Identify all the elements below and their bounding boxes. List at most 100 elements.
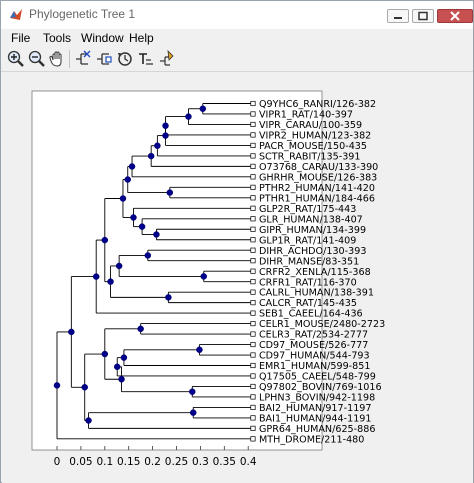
leaf-label[interactable]: CRFR1_RAT/116-370 xyxy=(259,277,357,288)
branch-node-marker[interactable] xyxy=(118,376,125,383)
leaf-label[interactable]: BAI2_HUMAN/917-1197 xyxy=(259,403,372,414)
branch-node-marker[interactable] xyxy=(166,189,174,196)
collapse-icon[interactable] xyxy=(94,49,114,69)
leaf-label[interactable]: O73768_CARAU/133-390 xyxy=(259,162,378,173)
branch-node-marker[interactable] xyxy=(115,262,123,270)
leaf-node-marker[interactable] xyxy=(250,163,256,169)
leaf-node-marker[interactable] xyxy=(250,142,256,148)
leaf-label[interactable]: DIHR_MANSE/83-351 xyxy=(259,256,359,267)
phylogenetic-tree-chart[interactable]: Q9YHC6_RANRI/126-382VIPR1_RAT/140-397VIP… xyxy=(2,72,473,483)
branch-node-marker[interactable] xyxy=(165,294,172,301)
leaf-node-marker[interactable] xyxy=(250,205,256,211)
branch-node-marker[interactable] xyxy=(107,278,114,285)
leaf-node-marker[interactable] xyxy=(250,415,256,421)
branch-node-marker[interactable] xyxy=(189,409,197,416)
branch-node-marker[interactable] xyxy=(120,354,128,361)
branch-node-marker[interactable] xyxy=(119,195,127,202)
leaf-label[interactable]: PACR_MOUSE/150-435 xyxy=(259,141,367,152)
leaf-node-marker[interactable] xyxy=(250,100,256,107)
leaf-node-marker[interactable] xyxy=(250,341,256,348)
branch-node-marker[interactable] xyxy=(147,152,155,160)
branch-node-marker[interactable] xyxy=(196,346,203,354)
leaf-node-marker[interactable] xyxy=(250,300,256,306)
branch-node-marker[interactable] xyxy=(92,273,100,280)
branch-node-marker[interactable] xyxy=(162,132,169,139)
leaf-node-marker[interactable] xyxy=(250,436,256,442)
leaf-label[interactable]: PTHR2_HUMAN/141-420 xyxy=(259,183,375,194)
rename-icon[interactable] xyxy=(136,49,156,69)
leaf-node-marker[interactable] xyxy=(250,216,256,222)
leaf-label[interactable]: CRFR2_XENLA/115-368 xyxy=(259,267,371,278)
zoom-in-icon[interactable] xyxy=(6,49,26,69)
leaf-node-marker[interactable] xyxy=(250,321,256,327)
leaf-label[interactable]: VIPR1_RAT/140-397 xyxy=(259,110,353,121)
leaf-node-marker[interactable] xyxy=(250,373,256,379)
leaf-label[interactable]: PTHR1_HUMAN/184-466 xyxy=(259,193,375,204)
leaf-node-marker[interactable] xyxy=(250,174,256,180)
branch-node-marker[interactable] xyxy=(138,223,146,230)
leaf-node-marker[interactable] xyxy=(250,184,256,190)
leaf-label[interactable]: CALCR_RAT/145-435 xyxy=(259,298,357,309)
leaf-label[interactable]: DIHR_ACHDO/130-393 xyxy=(259,246,366,257)
branch-node-marker[interactable] xyxy=(154,142,161,149)
leaf-label[interactable]: GPR64_HUMAN/625-886 xyxy=(259,424,375,435)
branch-node-marker[interactable] xyxy=(153,231,160,238)
menu-window[interactable]: Window xyxy=(81,31,124,45)
branch-node-marker[interactable] xyxy=(124,176,131,183)
leaf-label[interactable]: SCTR_RABIT/135-391 xyxy=(259,152,361,163)
leaf-label[interactable]: EMR1_HUMAN/599-851 xyxy=(259,361,370,372)
leaf-label[interactable]: GHRHR_MOUSE/126-383 xyxy=(259,172,377,183)
leaf-node-marker[interactable] xyxy=(250,279,256,285)
branch-node-marker[interactable] xyxy=(101,350,109,358)
branch-node-marker[interactable] xyxy=(81,384,88,391)
branch-node-marker[interactable] xyxy=(199,105,207,112)
menu-tools[interactable]: Tools xyxy=(43,31,71,45)
menu-help[interactable]: Help xyxy=(129,31,154,45)
leaf-node-marker[interactable] xyxy=(250,132,256,138)
leaf-node-marker[interactable] xyxy=(250,268,256,274)
leaf-node-marker[interactable] xyxy=(250,310,256,316)
branch-node-marker[interactable] xyxy=(162,122,169,130)
branch-node-marker[interactable] xyxy=(113,363,121,371)
leaf-label[interactable]: CELR3_RAT/2534-2777 xyxy=(259,330,368,341)
select-icon[interactable] xyxy=(157,49,177,69)
branch-node-marker[interactable] xyxy=(144,252,152,259)
leaf-node-marker[interactable] xyxy=(250,383,256,390)
leaf-label[interactable]: GIPR_HUMAN/134-399 xyxy=(259,225,366,236)
maximize-button[interactable] xyxy=(412,9,434,23)
leaf-label[interactable]: GLP2R_RAT/175-443 xyxy=(259,204,356,215)
leaf-label[interactable]: Q9YHC6_RANRI/126-382 xyxy=(259,99,376,110)
branch-node-marker[interactable] xyxy=(53,382,61,389)
branch-node-marker[interactable] xyxy=(130,214,137,221)
pan-hand-icon[interactable] xyxy=(48,49,68,69)
leaf-label[interactable]: CD97_MOUSE/526-777 xyxy=(259,340,368,351)
branch-node-marker[interactable] xyxy=(200,273,207,280)
leaf-node-marker[interactable] xyxy=(250,111,256,117)
leaf-node-marker[interactable] xyxy=(250,237,256,243)
zoom-out-icon[interactable] xyxy=(27,49,47,69)
leaf-node-marker[interactable] xyxy=(250,226,256,232)
branch-node-marker[interactable] xyxy=(137,325,144,333)
leaf-node-marker[interactable] xyxy=(250,258,256,264)
branch-node-marker[interactable] xyxy=(68,328,75,336)
leaf-node-marker[interactable] xyxy=(250,362,256,369)
branch-node-marker[interactable] xyxy=(189,388,196,395)
leaf-label[interactable]: Q97802_BOVIN/769-1016 xyxy=(259,382,382,393)
branch-node-marker[interactable] xyxy=(128,163,136,170)
leaf-label[interactable]: BAI1_HUMAN/944-1191 xyxy=(259,414,372,425)
leaf-label[interactable]: LPHN3_BOVIN/942-1198 xyxy=(259,393,375,404)
leaf-node-marker[interactable] xyxy=(250,289,256,295)
rotate-icon[interactable] xyxy=(115,49,135,69)
branch-node-marker[interactable] xyxy=(185,113,192,120)
leaf-node-marker[interactable] xyxy=(250,247,256,253)
branch-node-marker[interactable] xyxy=(101,236,109,244)
leaf-node-marker[interactable] xyxy=(250,331,256,337)
close-button[interactable] xyxy=(437,9,473,23)
leaf-node-marker[interactable] xyxy=(250,195,256,201)
leaf-node-marker[interactable] xyxy=(250,153,256,159)
leaf-label[interactable]: GLP1R_RAT/141-409 xyxy=(259,235,356,246)
leaf-label[interactable]: CELR1_MOUSE/2480-2723 xyxy=(259,319,385,330)
leaf-label[interactable]: GLR_HUMAN/138-407 xyxy=(259,214,363,225)
leaf-label[interactable]: MTH_DROME/211-480 xyxy=(259,434,364,445)
leaf-label[interactable]: CALRL_HUMAN/138-391 xyxy=(259,288,374,299)
